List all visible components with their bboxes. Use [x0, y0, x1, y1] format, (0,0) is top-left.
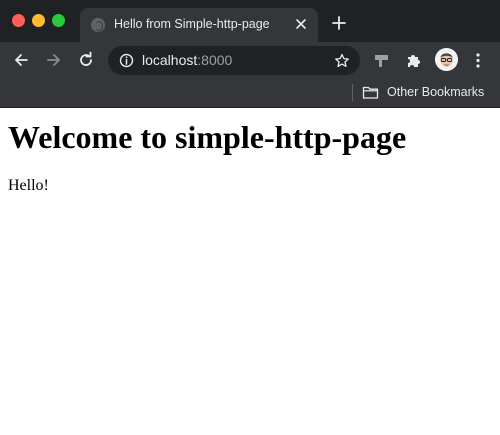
tab-active[interactable]: Hello from Simple-http-page: [80, 8, 318, 42]
folder-icon: [362, 86, 379, 99]
site-info-icon[interactable]: [119, 53, 134, 68]
url-host: localhost: [142, 52, 198, 68]
bookmarks-bar: Other Bookmarks: [0, 78, 500, 108]
toolbar: localhost:8000: [0, 42, 500, 78]
extension-icon[interactable]: [373, 52, 390, 69]
profile-face-icon: [435, 48, 458, 71]
new-tab-button[interactable]: [330, 14, 348, 32]
zoom-window-icon[interactable]: [52, 14, 65, 27]
url-text[interactable]: localhost:8000: [142, 52, 232, 68]
page-paragraph: Hello!: [8, 177, 49, 194]
other-bookmarks-link[interactable]: Other Bookmarks: [387, 85, 484, 99]
bookmarks-divider: [352, 84, 353, 101]
page-content: Welcome to simple-http-page Hello!: [0, 109, 500, 435]
puzzle-icon[interactable]: [405, 52, 422, 69]
address-bar[interactable]: localhost:8000: [108, 46, 360, 75]
kebab-menu-icon[interactable]: [472, 52, 484, 69]
profile-avatar[interactable]: [435, 48, 458, 71]
close-tab-icon[interactable]: [294, 17, 308, 31]
url-port: :8000: [197, 52, 233, 68]
close-window-icon[interactable]: [12, 14, 25, 27]
bookmark-star-icon[interactable]: [334, 53, 350, 69]
title-bar: Hello from Simple-http-page: [0, 0, 500, 42]
tab-title: Hello from Simple-http-page: [114, 17, 270, 31]
minimize-window-icon[interactable]: [32, 14, 45, 27]
page-heading: Welcome to simple-http-page: [8, 119, 407, 155]
reload-icon[interactable]: [77, 51, 95, 69]
globe-favicon-icon: [91, 18, 105, 32]
forward-arrow-icon[interactable]: [45, 51, 63, 69]
back-arrow-icon[interactable]: [12, 51, 30, 69]
